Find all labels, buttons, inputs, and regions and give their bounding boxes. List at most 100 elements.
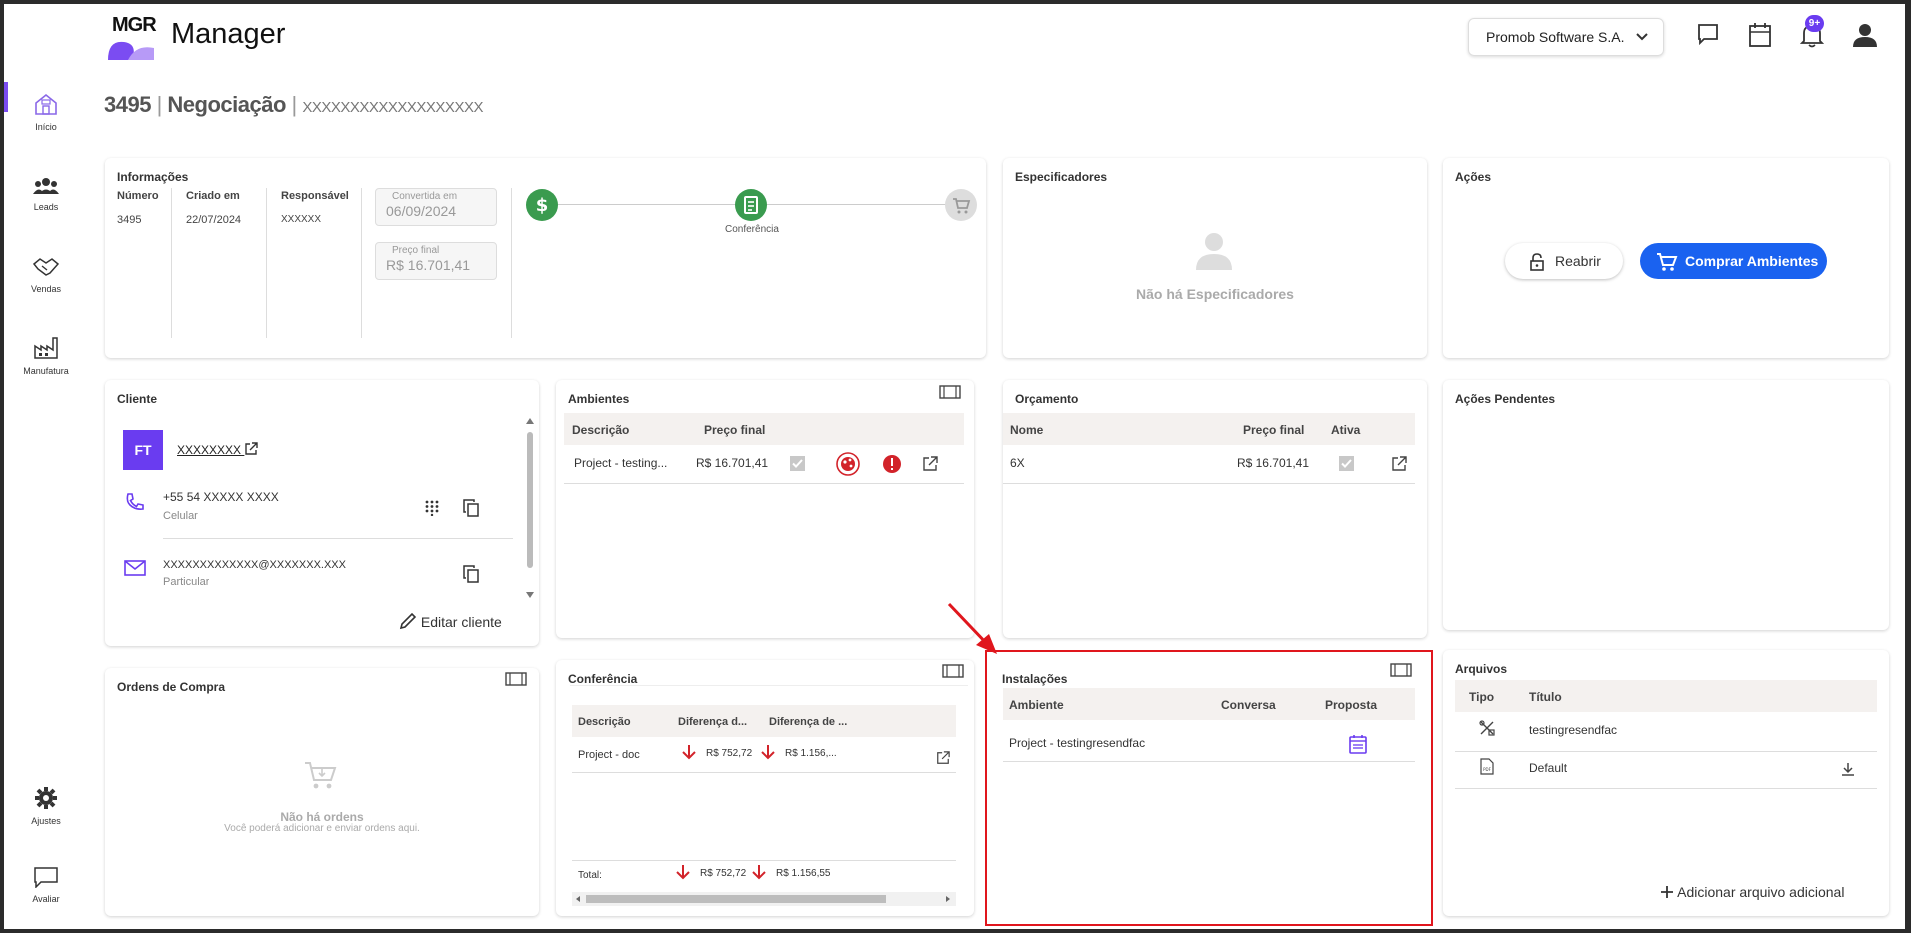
email-icon xyxy=(124,560,146,576)
edit-client-button[interactable]: Editar cliente xyxy=(399,612,502,630)
client-phone-type: Celular xyxy=(163,510,198,522)
scrollbar[interactable] xyxy=(526,418,534,598)
col-preco-final: Preço final xyxy=(704,423,766,437)
sidebar-item-vendas[interactable]: Vendas xyxy=(4,256,88,295)
phone-icon xyxy=(126,493,144,510)
arrow-down-icon xyxy=(682,745,696,760)
app-logo[interactable]: MGR xyxy=(106,14,158,60)
copy-icon[interactable] xyxy=(463,565,479,583)
cart-placeholder-icon xyxy=(305,762,337,789)
sidebar-label: Manufatura xyxy=(23,366,69,376)
document-step-icon xyxy=(735,189,767,221)
active-checkbox[interactable] xyxy=(790,456,805,471)
card-title: Informações xyxy=(117,170,189,184)
error-icon[interactable] xyxy=(882,454,902,474)
handshake-icon xyxy=(32,258,60,276)
button-label: Editar cliente xyxy=(420,614,502,630)
reabrir-button[interactable]: Reabrir xyxy=(1505,243,1623,279)
col-preco-final: Preço final xyxy=(1243,423,1305,437)
field-value: 06/09/2024 xyxy=(386,203,457,219)
people-icon xyxy=(33,178,59,194)
card-title: Ordens de Compra xyxy=(117,680,226,694)
sidebar-label: Início xyxy=(35,122,57,132)
expand-panel-icon[interactable] xyxy=(505,672,527,686)
cart-step-icon xyxy=(945,189,977,221)
step-label: Conferência xyxy=(725,224,779,235)
add-file-button[interactable]: Adicionar arquivo adicional xyxy=(1660,884,1844,900)
sidebar-item-avaliar[interactable]: Avaliar xyxy=(4,866,88,905)
external-link-icon xyxy=(245,442,259,455)
card-title: Cliente xyxy=(117,392,158,406)
table-header: Nome Preço final Ativa xyxy=(1003,413,1415,445)
sidebar-label: Avaliar xyxy=(32,894,60,904)
criado-label: Criado em xyxy=(186,190,240,202)
cliente-card: Cliente FT XXXXXXXX +55 54 XXXXX XXXX Ce… xyxy=(105,380,539,646)
card-title: Orçamento xyxy=(1015,392,1079,406)
gear-icon xyxy=(35,787,57,809)
button-label: Reabrir xyxy=(1555,253,1601,269)
card-title: Arquivos xyxy=(1455,662,1508,676)
table-header: Descrição Diferença d... Diferença de ..… xyxy=(572,705,956,737)
arrow-down-icon xyxy=(752,865,766,880)
button-label: Adicionar arquivo adicional xyxy=(1677,884,1845,900)
sidebar-item-leads[interactable]: Leads xyxy=(4,176,88,213)
conferencia-dif2: R$ 1.156,... xyxy=(785,748,837,759)
external-link-icon[interactable] xyxy=(1391,456,1407,472)
client-name-link[interactable]: XXXXXXXX xyxy=(177,442,259,457)
sidebar-item-manufatura[interactable]: Manufatura xyxy=(4,336,88,377)
informacoes-card: Informações Número 3495 Criado em 22/07/… xyxy=(105,158,986,358)
field-label: Convertida em xyxy=(392,191,458,202)
col-nome: Nome xyxy=(1010,423,1044,437)
svg-text:$: $ xyxy=(536,195,549,216)
card-title: Ações xyxy=(1455,170,1492,184)
acoes-card: Ações Reabrir Comprar Ambientes xyxy=(1443,158,1889,358)
sidebar-label: Ajustes xyxy=(31,816,61,826)
sidebar-item-inicio[interactable]: Início xyxy=(4,92,88,133)
copy-icon[interactable] xyxy=(463,499,479,517)
chat-icon[interactable] xyxy=(1696,22,1720,46)
empty-text: Não há ordens xyxy=(280,810,364,824)
sidebar-item-ajustes[interactable]: Ajustes xyxy=(4,786,88,827)
account-icon[interactable] xyxy=(1852,22,1878,48)
ambiente-preco: R$ 16.701,41 xyxy=(696,456,769,470)
lock-icon xyxy=(1530,253,1544,271)
active-checkbox[interactable] xyxy=(1339,456,1354,471)
dollar-step-icon: $ xyxy=(526,189,558,221)
plus-icon xyxy=(1661,886,1673,898)
external-link-icon[interactable] xyxy=(936,751,950,765)
company-select[interactable]: Promob Software S.A. xyxy=(1468,18,1664,56)
arquivos-card: Arquivos Tipo Título testingresendfac PD… xyxy=(1443,650,1889,916)
ambiente-desc: Project - testing... xyxy=(574,456,668,470)
cart-icon xyxy=(1657,253,1678,271)
feedback-icon xyxy=(34,867,58,888)
comprar-ambientes-button[interactable]: Comprar Ambientes xyxy=(1640,243,1827,279)
orcamento-preco: R$ 16.701,41 xyxy=(1236,456,1309,470)
criado-value: 22/07/2024 xyxy=(186,214,242,226)
calendar-icon[interactable] xyxy=(1748,22,1772,48)
numero-label: Número xyxy=(117,190,159,202)
table-header: Tipo Título xyxy=(1455,680,1877,712)
client-email-type: Particular xyxy=(163,576,210,588)
dialpad-icon[interactable] xyxy=(425,500,439,516)
responsavel-value: XXXXXX xyxy=(281,214,322,225)
expand-panel-icon[interactable] xyxy=(942,664,964,678)
ambientes-card: Ambientes Descrição Preço final Project … xyxy=(556,380,974,638)
card-title: Ações Pendentes xyxy=(1455,392,1556,406)
expand-panel-icon[interactable] xyxy=(939,385,961,399)
tools-icon xyxy=(1479,720,1495,736)
sidebar-label: Leads xyxy=(33,202,59,212)
horizontal-scrollbar[interactable] xyxy=(572,892,956,906)
col-diferenca-1: Diferença d... xyxy=(678,716,748,728)
external-link-icon[interactable] xyxy=(922,456,938,472)
person-placeholder-icon xyxy=(1196,233,1232,270)
render-icon[interactable] xyxy=(836,452,860,476)
orcamento-card: Orçamento Nome Preço final Ativa 6X R$ 1… xyxy=(1003,380,1427,638)
download-icon[interactable] xyxy=(1841,762,1855,776)
total-dif2: R$ 1.156,55 xyxy=(776,868,831,879)
chevron-down-icon xyxy=(1636,33,1648,41)
conferencia-desc: Project - doc xyxy=(578,749,640,761)
sidebar: Início Leads Vendas Manufatura Ajustes A… xyxy=(4,4,88,929)
arrow-down-icon xyxy=(676,865,690,880)
highlight-box xyxy=(985,650,1433,926)
preco-final-field: Preço final R$ 16.701,41 xyxy=(375,242,497,280)
